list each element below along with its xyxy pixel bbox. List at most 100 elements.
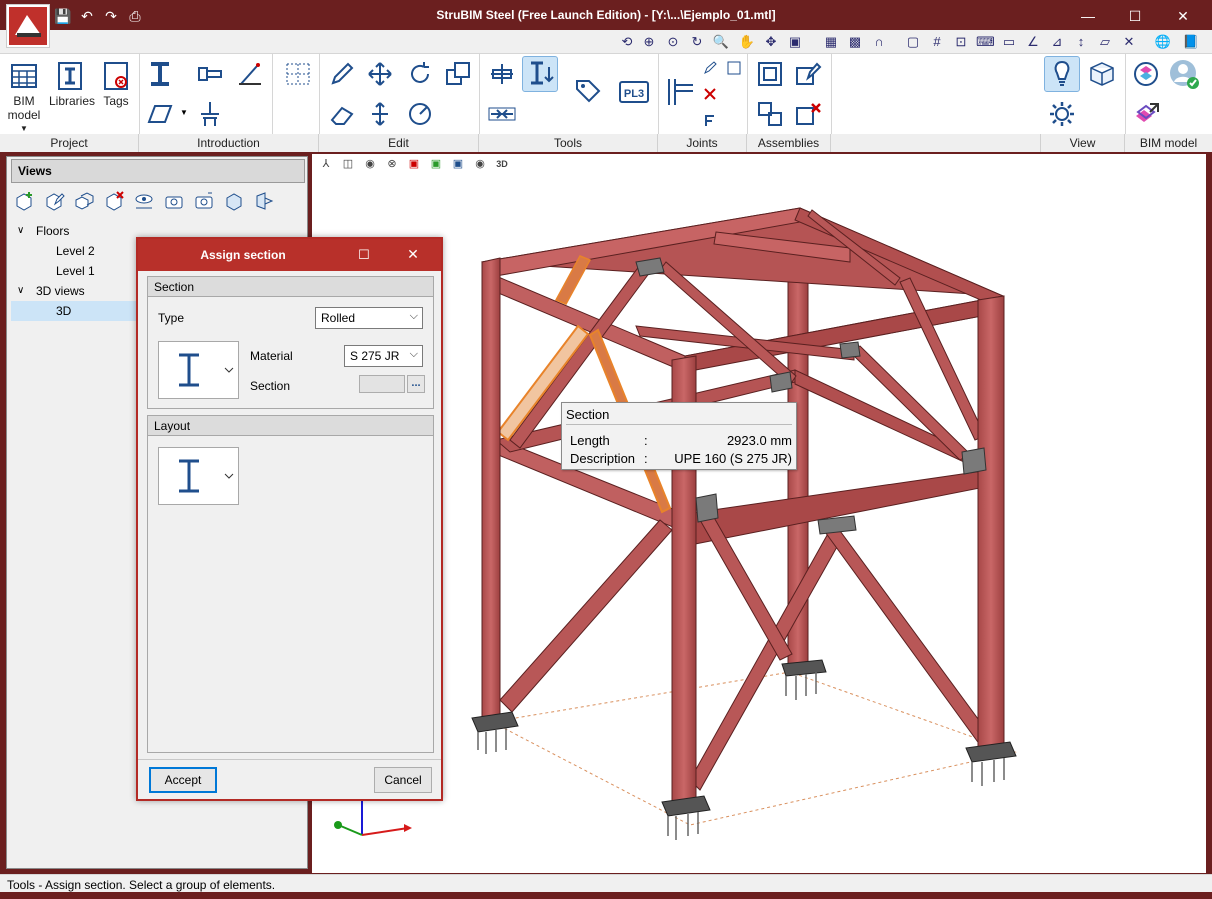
visibility-icon[interactable]: ◉ (472, 156, 488, 172)
mesh-icon[interactable]: # (928, 33, 946, 51)
copy-view-icon[interactable] (73, 190, 95, 212)
maximize-button[interactable]: ☐ (1112, 4, 1158, 28)
keyboard-icon[interactable]: ⌨ (976, 33, 995, 51)
orbit-icon[interactable]: ⊗ (384, 156, 400, 172)
tree-item-3d[interactable]: 3D (11, 301, 137, 321)
dimension-icon[interactable]: ↕ (1072, 33, 1090, 51)
refresh-icon[interactable]: ↻ (688, 33, 706, 51)
type-select[interactable]: Rolled ⌵ (315, 307, 423, 329)
move-vertical-button[interactable] (362, 96, 398, 132)
zoom-in-icon[interactable]: 🔍 (712, 33, 730, 51)
bim-model-button[interactable] (6, 58, 42, 94)
assign-section-button[interactable] (522, 56, 558, 92)
chevron-down-icon[interactable]: ▼ (180, 108, 188, 117)
tag-tool-button[interactable] (570, 74, 606, 110)
grid-points-button[interactable] (280, 56, 316, 92)
angle-icon[interactable]: ∠ (1024, 33, 1042, 51)
move-icon[interactable]: ✥ (762, 33, 780, 51)
cancel-button[interactable]: Cancel (374, 767, 432, 793)
assembly-create-icon (758, 62, 782, 86)
material-select[interactable]: S 275 JR ⌵ (344, 345, 423, 367)
rotate-icon[interactable]: ⟲ (618, 33, 636, 51)
pan-icon[interactable]: ✋ (738, 33, 756, 51)
assembly-edit-button[interactable] (790, 56, 826, 92)
settings-tools-icon[interactable]: ✕ (1120, 33, 1138, 51)
magnet-icon[interactable]: ∩ (870, 33, 888, 51)
section-browse-button[interactable]: ... (407, 375, 425, 393)
bim-sync-button[interactable] (1128, 56, 1164, 92)
delete-view-icon[interactable] (103, 190, 125, 212)
eye-view-icon[interactable]: ◉ (362, 156, 378, 172)
view3d-icon[interactable]: 3D (494, 156, 510, 172)
section-type-preview[interactable] (158, 341, 239, 399)
assembly-create-button[interactable] (752, 56, 788, 92)
dialog-maximize-icon[interactable]: ☐ (356, 247, 372, 263)
bim-export-button[interactable] (1128, 96, 1164, 132)
scale-icon[interactable]: ▭ (1000, 33, 1018, 51)
axes-icon[interactable]: ⅄ (318, 156, 334, 172)
joint-tool-button[interactable] (662, 74, 698, 110)
extend-tool-button[interactable] (484, 96, 520, 132)
frame-icon[interactable]: ▢ (904, 33, 922, 51)
grid-icon[interactable]: ▦ (822, 33, 840, 51)
minimize-button[interactable]: — (1065, 4, 1111, 28)
measure-icon[interactable]: ⊿ (1048, 33, 1066, 51)
expander-icon[interactable]: ∨ (17, 221, 24, 241)
zoom-window-icon[interactable]: ⊙ (664, 33, 682, 51)
joint-window-icon[interactable] (726, 60, 742, 76)
cube-view-button[interactable] (1084, 56, 1120, 92)
edit-view-icon[interactable] (43, 190, 65, 212)
libraries-button[interactable] (52, 58, 88, 94)
web-icon[interactable]: 🌐 (1154, 33, 1172, 51)
snap-icon[interactable]: ▩ (846, 33, 864, 51)
steel-structure-model[interactable] (312, 154, 1206, 873)
zoom-all-icon[interactable]: ⊕ (640, 33, 658, 51)
layout-preview[interactable] (158, 447, 239, 505)
accept-button[interactable]: Accept (149, 767, 217, 793)
bolt-tool-button[interactable] (192, 56, 228, 92)
section-field[interactable] (359, 375, 405, 393)
move-button[interactable] (362, 56, 398, 92)
i-beam-icon (179, 353, 234, 387)
joint-edit-icon[interactable] (702, 60, 718, 76)
color-red-icon[interactable]: ▣ (406, 156, 422, 172)
view-visibility-icon[interactable] (133, 190, 155, 212)
camera-icon[interactable] (163, 190, 185, 212)
box-view-icon[interactable]: ◫ (340, 156, 356, 172)
help-book-icon[interactable]: 📘 (1182, 33, 1200, 51)
copy-button[interactable] (440, 56, 476, 92)
edit-pencil-button[interactable] (324, 56, 360, 92)
assembly-split-button[interactable] (752, 96, 788, 132)
anchor-tool-button[interactable] (192, 96, 228, 132)
color-blue-icon[interactable]: ▣ (450, 156, 466, 172)
plate-tool-button[interactable] (142, 96, 178, 132)
section-box-icon[interactable] (223, 190, 245, 212)
3d-viewport[interactable] (312, 154, 1206, 873)
add-view-icon[interactable] (13, 190, 35, 212)
color-green-icon[interactable]: ▣ (428, 156, 444, 172)
dialog-close-icon[interactable]: ✕ (404, 246, 422, 264)
rotate-button[interactable] (402, 56, 438, 92)
camera-settings-icon[interactable] (193, 190, 215, 212)
plate-marker-button[interactable]: PL3 (616, 74, 652, 110)
fit-icon[interactable]: ▣ (786, 33, 804, 51)
beam-tool-button[interactable] (142, 56, 178, 92)
section-plane-icon[interactable] (253, 190, 275, 212)
lighting-button[interactable] (1044, 56, 1080, 92)
bim-user-button[interactable] (1166, 56, 1202, 92)
dialog-title-bar[interactable]: Assign section ☐ ✕ (138, 239, 441, 271)
expander-icon[interactable]: ∨ (17, 281, 24, 301)
tags-button[interactable] (98, 58, 134, 94)
weld-tool-button[interactable] (232, 56, 268, 92)
rotate-point-button[interactable] (402, 96, 438, 132)
joint-delete-icon[interactable] (702, 86, 718, 102)
view-settings-button[interactable] (1044, 96, 1080, 132)
eraser-button[interactable] (324, 96, 360, 132)
comment-icon[interactable]: ▱ (1096, 33, 1114, 51)
close-button[interactable]: ✕ (1160, 4, 1206, 28)
assembly-delete-button[interactable] (790, 96, 826, 132)
point-icon[interactable]: ⊡ (952, 33, 970, 51)
app-logo[interactable] (6, 4, 50, 48)
joint-explode-icon[interactable] (702, 112, 718, 128)
split-tool-button[interactable] (484, 56, 520, 92)
